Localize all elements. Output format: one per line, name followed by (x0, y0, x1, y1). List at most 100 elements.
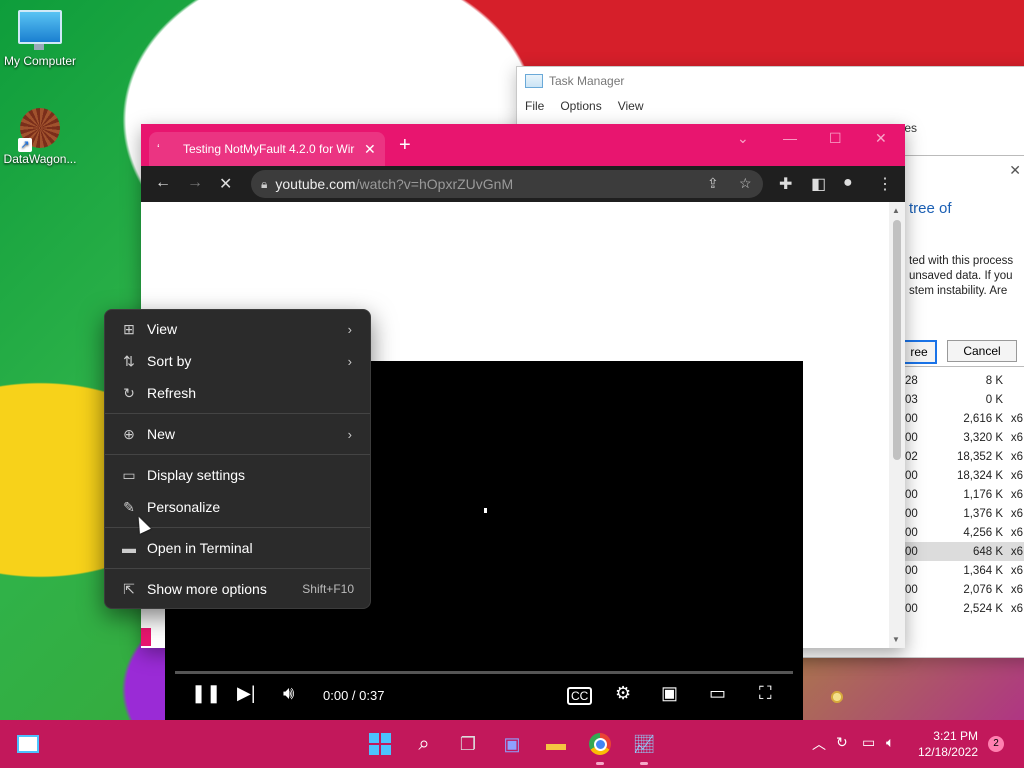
end-process-tree-button[interactable]: ree (903, 340, 937, 364)
menu-item-refresh[interactable]: ↻ Refresh (105, 378, 370, 408)
table-cell-mem: 1,176 K (963, 488, 1003, 501)
chrome-icon[interactable] (588, 732, 612, 756)
table-row[interactable]: 00 18,324 K x6 (905, 466, 1024, 485)
gear-icon[interactable]: ⚙ (615, 683, 631, 704)
table-row[interactable]: 00 4,256 K x6 (905, 523, 1024, 542)
computer-icon (18, 10, 62, 50)
end-process-dialog[interactable]: ✕ tree of ted with this process unsaved … (902, 155, 1024, 367)
close-tab-icon[interactable]: ✕ (364, 141, 376, 158)
menu-item-label: Show more options (147, 581, 267, 597)
menu-item-show-more-options[interactable]: ⇱ Show more options Shift+F10 (105, 574, 370, 604)
table-row[interactable]: 00 648 K x6 (905, 542, 1024, 561)
table-cell-id: 02 (905, 450, 918, 463)
page-scrollbar[interactable]: ▲ ▼ (889, 202, 905, 648)
browser-toolbar: ← → ✕ 🔒︎ youtube.com/watch?v=hOpxrZUvGnM… (141, 166, 905, 202)
menu-item-open-terminal[interactable]: ▬ Open in Terminal (105, 533, 370, 563)
menu-file[interactable]: File (525, 99, 544, 113)
table-cell-mem: 2,616 K (963, 412, 1003, 425)
miniplayer-icon[interactable]: ▣ (661, 683, 678, 704)
maximize-icon[interactable]: ☐ (829, 130, 842, 147)
back-arrow-icon[interactable]: ← (155, 174, 171, 192)
close-window-icon[interactable]: ✕ (875, 130, 887, 147)
chevron-up-icon[interactable]: ︿ (812, 734, 826, 754)
scroll-thumb[interactable] (893, 220, 901, 460)
video-progress-bar[interactable] (175, 671, 793, 674)
desktop-icon-my-computer[interactable]: My Computer (0, 10, 80, 68)
task-manager-titlebar[interactable]: Task Manager (517, 67, 1024, 95)
table-row[interactable]: 00 1,376 K x6 (905, 504, 1024, 523)
forward-arrow-icon[interactable]: → (187, 174, 203, 192)
sort-icon: ⇅ (123, 352, 135, 369)
table-cell-id: 00 (905, 545, 918, 558)
table-row[interactable]: 28 8 K (905, 371, 1024, 390)
table-row[interactable]: 00 3,320 K x6 (905, 428, 1024, 447)
table-cell-mem: 2,076 K (963, 583, 1003, 596)
volume-icon[interactable]: 🔈︎ (886, 734, 894, 751)
table-row[interactable]: 00 2,616 K x6 (905, 409, 1024, 428)
share-icon: ⇱ (123, 580, 135, 597)
table-row[interactable]: 00 2,076 K x6 (905, 580, 1024, 599)
network-icon[interactable]: ▭ (862, 734, 875, 751)
cancel-button[interactable]: Cancel (947, 340, 1017, 362)
start-button[interactable] (368, 732, 392, 756)
table-cell-arch: x6 (1010, 564, 1023, 577)
menu-item-new[interactable]: ⊕ New › (105, 419, 370, 449)
dialog-heading: tree of (909, 200, 952, 217)
show-desktop-icon[interactable] (16, 732, 40, 756)
desktop-icon-datawagon[interactable]: DataWagon... (0, 108, 80, 166)
table-cell-id: 00 (905, 431, 918, 444)
side-panel-icon[interactable]: ◧ (811, 174, 826, 194)
menu-item-display-settings[interactable]: ▭ Display settings (105, 460, 370, 490)
table-cell-id: 00 (905, 469, 918, 482)
extensions-icon[interactable]: ✚ (779, 174, 792, 194)
table-cell-mem: 3,320 K (963, 431, 1003, 444)
task-view-icon[interactable]: ❐ (456, 732, 480, 756)
sync-icon[interactable]: ↻ (836, 734, 848, 751)
url-path: /watch?v=hOpxrZUvGnM (355, 176, 514, 192)
table-cell-arch: x6 (1010, 488, 1023, 501)
chat-icon[interactable]: ▣ (500, 732, 524, 756)
menu-item-label: Personalize (147, 499, 221, 515)
menu-options[interactable]: Options (560, 99, 601, 113)
clock-time: 3:21 PM (933, 729, 978, 743)
table-row[interactable]: 03 0 K (905, 390, 1024, 409)
captions-icon[interactable]: CC (567, 687, 593, 705)
table-cell-id: 00 (905, 412, 918, 425)
table-row[interactable]: 00 1,364 K x6 (905, 561, 1024, 580)
task-manager-taskbar-icon[interactable]: 📈︎ (632, 732, 656, 756)
notification-badge[interactable]: 2 (988, 736, 1004, 752)
volume-icon[interactable]: 🔊︎ (283, 683, 294, 704)
clock[interactable]: 3:21 PM 12/18/2022 (916, 728, 978, 760)
tab-strip[interactable]: ʻ Testing NotMyFault 4.2.0 for Wir ✕ + ⌄… (141, 124, 905, 166)
search-icon[interactable]: ⌕ (412, 732, 436, 756)
theater-mode-icon[interactable]: ▭ (709, 683, 726, 704)
scroll-up-icon[interactable]: ▲ (892, 206, 900, 215)
table-row[interactable]: 02 18,352 K x6 (905, 447, 1024, 466)
url-host: youtube.com (275, 176, 356, 192)
scroll-down-icon[interactable]: ▼ (892, 635, 900, 644)
minimize-icon[interactable]: — (783, 130, 797, 146)
menu-view[interactable]: View (618, 99, 644, 113)
address-bar[interactable]: 🔒︎ youtube.com/watch?v=hOpxrZUvGnM ⇪ ☆ (251, 170, 763, 198)
menu-item-sort-by[interactable]: ⇅ Sort by › (105, 346, 370, 376)
stop-loading-icon[interactable]: ✕ (219, 174, 232, 194)
chevron-down-icon[interactable]: ⌄ (737, 130, 749, 147)
file-explorer-icon[interactable]: ▬ (544, 732, 568, 756)
table-cell-id: 00 (905, 507, 918, 520)
kebab-menu-icon[interactable]: ⋮ (877, 174, 893, 194)
next-icon[interactable]: ▶| (237, 683, 256, 704)
taskbar: ⌕ ❐ ▣ ▬ 📈︎ ︿ ↻ ▭ 🔈︎ 3:21 PM 12/18/2022 (0, 720, 1024, 768)
browser-tab[interactable]: ʻ Testing NotMyFault 4.2.0 for Wir ✕ (149, 132, 385, 166)
profile-icon[interactable]: ● (843, 174, 853, 192)
star-icon[interactable]: ☆ (739, 175, 752, 192)
close-icon[interactable]: ✕ (1009, 162, 1021, 179)
window-title: Task Manager (549, 74, 625, 88)
pause-icon[interactable]: ❚❚ (191, 683, 221, 704)
new-tab-icon[interactable]: + (399, 134, 411, 157)
table-row[interactable]: 00 1,176 K x6 (905, 485, 1024, 504)
share-icon[interactable]: ⇪ (707, 175, 719, 192)
menu-item-view[interactable]: ⊞ View › (105, 314, 370, 344)
table-row[interactable]: 00 2,524 K x6 (905, 599, 1024, 618)
menu-separator (105, 454, 370, 455)
fullscreen-icon[interactable]: ⛶ (759, 683, 772, 704)
